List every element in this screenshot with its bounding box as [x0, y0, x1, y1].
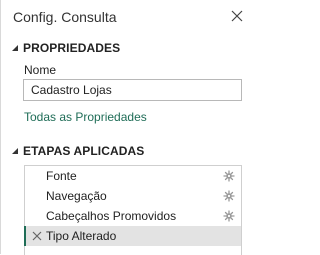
step-item-cabecalhos-promovidos[interactable]: Cabeçalhos Promovidos — [25, 206, 241, 226]
applied-steps-section-title: ETAPAS APLICADAS — [23, 144, 145, 158]
properties-section-title: PROPRIEDADES — [23, 41, 121, 55]
close-icon — [231, 10, 243, 22]
gear-icon[interactable] — [223, 170, 235, 182]
triangle-down-icon[interactable] — [9, 145, 21, 157]
close-pane-button[interactable] — [229, 7, 245, 25]
applied-steps-section-header[interactable]: ETAPAS APLICADAS — [9, 143, 144, 159]
close-icon[interactable] — [31, 230, 43, 242]
query-settings-pane: Config. Consulta PROPRIEDADES Nome Todas… — [0, 0, 259, 255]
step-label: Tipo Alterado — [46, 229, 117, 243]
step-label: Navegação — [46, 189, 107, 203]
applied-steps-list: Fonte Navegação Cabeçalhos Promovidos Ti… — [24, 165, 242, 255]
gear-icon[interactable] — [223, 210, 235, 222]
selected-step-marker — [24, 226, 26, 246]
step-item-navegacao[interactable]: Navegação — [25, 186, 241, 206]
query-name-input[interactable] — [23, 79, 242, 101]
step-item-fonte[interactable]: Fonte — [25, 166, 241, 186]
pane-header: Config. Consulta — [13, 7, 253, 29]
step-label: Cabeçalhos Promovidos — [46, 209, 177, 223]
gear-icon[interactable] — [223, 190, 235, 202]
all-properties-link[interactable]: Todas as Propriedades — [24, 110, 147, 124]
pane-title: Config. Consulta — [13, 9, 117, 25]
triangle-down-icon[interactable] — [9, 42, 21, 54]
name-field-label: Nome — [24, 63, 57, 77]
step-item-tipo-alterado[interactable]: Tipo Alterado — [24, 226, 241, 246]
step-label: Fonte — [46, 169, 77, 183]
properties-section-header[interactable]: PROPRIEDADES — [9, 40, 120, 56]
